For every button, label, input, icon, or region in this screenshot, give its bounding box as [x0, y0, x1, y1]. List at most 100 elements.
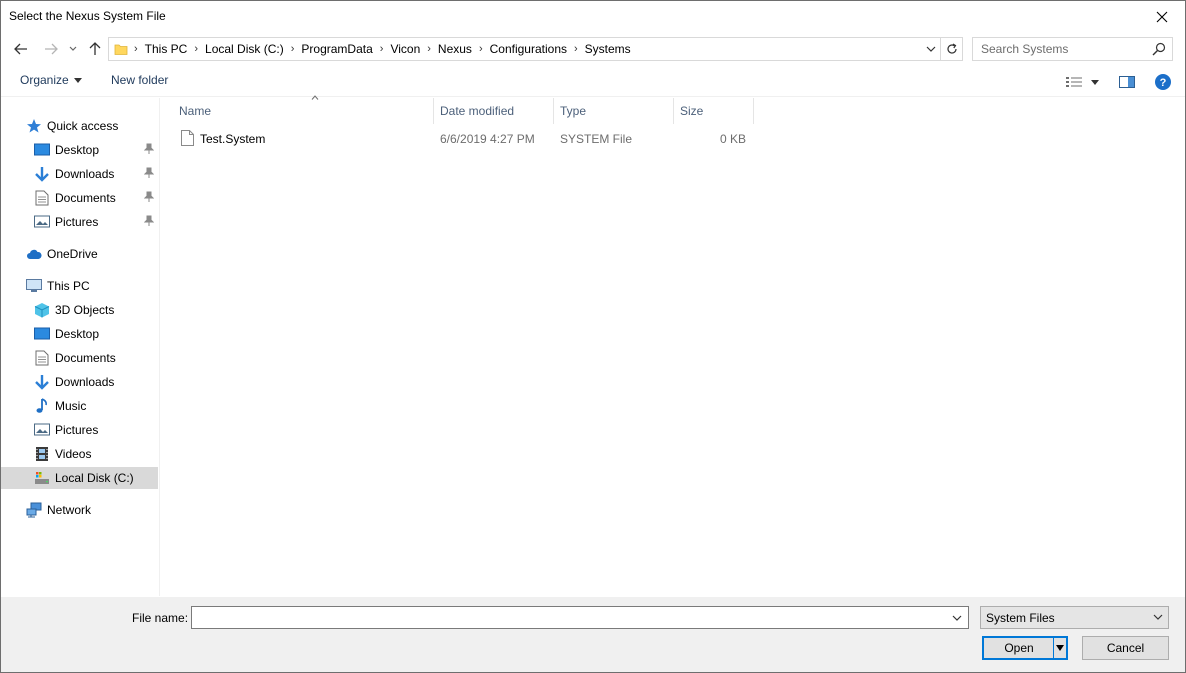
open-button[interactable]: Open [982, 636, 1068, 660]
file-type-value: System Files [986, 611, 1055, 625]
pin-icon[interactable] [144, 191, 154, 203]
refresh-icon [946, 43, 957, 54]
breadcrumb-vicon[interactable]: Vicon [386, 42, 424, 56]
close-button[interactable] [1139, 1, 1185, 32]
column-header-name[interactable]: Name [173, 95, 434, 124]
nav-qa-documents[interactable]: Documents [1, 187, 158, 209]
arrow-up-icon [89, 42, 101, 55]
nav-3d-objects[interactable]: 3D Objects [1, 299, 158, 321]
recent-locations-button[interactable] [67, 38, 79, 60]
file-row[interactable]: Test.System 6/6/2019 4:27 PM SYSTEM File… [175, 128, 755, 150]
cube-icon [34, 302, 50, 318]
breadcrumb-separator-icon[interactable]: › [191, 43, 201, 55]
nav-network[interactable]: Network [1, 499, 158, 521]
column-label: Name [179, 104, 212, 118]
pin-icon[interactable] [144, 143, 154, 155]
refresh-button[interactable] [940, 38, 962, 60]
preview-pane-icon [1119, 76, 1135, 88]
view-options-button[interactable] [1061, 71, 1103, 93]
breadcrumb-separator-icon[interactable]: › [377, 43, 387, 55]
breadcrumb-nexus[interactable]: Nexus [434, 42, 476, 56]
nav-quick-access[interactable]: Quick access [1, 115, 158, 137]
breadcrumb-separator-icon[interactable]: › [288, 43, 298, 55]
pin-icon[interactable] [144, 167, 154, 179]
nav-qa-pictures[interactable]: Pictures [1, 211, 158, 233]
back-button[interactable] [11, 38, 31, 60]
nav-label: OneDrive [47, 247, 98, 261]
nav-pc-downloads[interactable]: Downloads [1, 371, 158, 393]
address-bar[interactable]: › This PC › Local Disk (C:) › ProgramDat… [108, 37, 963, 61]
caret-down-icon[interactable] [1056, 643, 1064, 653]
nav-label: Music [55, 399, 87, 413]
file-name-combobox[interactable] [191, 606, 969, 629]
column-header-size[interactable]: Size [674, 98, 754, 124]
nav-label: Desktop [55, 143, 100, 157]
pin-icon[interactable] [144, 215, 154, 227]
chevron-down-icon [69, 46, 77, 51]
nav-label: 3D Objects [55, 303, 115, 317]
file-name-dropdown-button[interactable] [948, 608, 966, 627]
details-view-icon [1066, 77, 1082, 87]
chevron-down-icon [952, 615, 962, 621]
nav-local-disk[interactable]: Local Disk (C:) [1, 467, 158, 489]
nav-label: Downloads [55, 167, 115, 181]
search-box[interactable] [972, 37, 1173, 61]
nav-pc-desktop[interactable]: Desktop [1, 323, 158, 345]
column-header-type[interactable]: Type [554, 98, 674, 124]
breadcrumb-programdata[interactable]: ProgramData [297, 42, 376, 56]
nav-label: Pictures [55, 215, 99, 229]
nav-label: Pictures [55, 423, 99, 437]
file-name-input[interactable] [192, 607, 947, 628]
file-size: 0 KB [719, 132, 746, 146]
organize-label: Organize [20, 73, 69, 87]
breadcrumb-separator-icon[interactable]: › [131, 43, 141, 55]
caret-down-icon [73, 77, 82, 83]
breadcrumb-separator-icon[interactable]: › [571, 43, 581, 55]
forward-button[interactable] [41, 38, 61, 60]
file-icon [181, 130, 194, 146]
organize-button[interactable]: Organize [20, 73, 82, 87]
footer-pane: File name: System Files Open Cancel [1, 597, 1185, 672]
nav-pc-pictures[interactable]: Pictures [1, 419, 158, 441]
file-type: SYSTEM File [560, 132, 633, 146]
nav-music[interactable]: Music [1, 395, 158, 417]
breadcrumb-this-pc[interactable]: This PC [141, 42, 192, 56]
nav-pc-documents[interactable]: Documents [1, 347, 158, 369]
nav-qa-desktop[interactable]: Desktop [1, 139, 158, 161]
breadcrumb-local-disk[interactable]: Local Disk (C:) [201, 42, 288, 56]
nav-label: This PC [47, 279, 90, 293]
folder-icon [114, 44, 128, 55]
breadcrumb-configurations[interactable]: Configurations [486, 42, 571, 56]
nav-qa-downloads[interactable]: Downloads [1, 163, 158, 185]
nav-label: Downloads [55, 375, 115, 389]
music-note-icon [34, 398, 50, 414]
up-button[interactable] [86, 38, 104, 60]
computer-icon [26, 278, 42, 294]
svg-text:?: ? [1160, 77, 1167, 89]
arrow-right-icon [45, 43, 58, 55]
nav-label: Network [47, 503, 92, 517]
help-button[interactable]: ? [1151, 71, 1175, 93]
nav-label: Documents [55, 191, 116, 205]
nav-videos[interactable]: Videos [1, 443, 158, 465]
dialog-title: Select the Nexus System File [9, 9, 166, 23]
nav-label: Quick access [47, 119, 119, 133]
nav-onedrive[interactable]: OneDrive [1, 243, 158, 265]
nav-this-pc[interactable]: This PC [1, 275, 158, 297]
breadcrumb-separator-icon[interactable]: › [424, 43, 434, 55]
file-dialog: Select the Nexus System File › This PC ›… [0, 0, 1186, 673]
sort-ascending-icon [311, 95, 319, 100]
file-date-modified: 6/6/2019 4:27 PM [440, 132, 535, 146]
film-icon [34, 446, 50, 462]
command-bar: Organize New folder ? [1, 67, 1185, 97]
search-input[interactable] [973, 38, 1148, 60]
cancel-button[interactable]: Cancel [1082, 636, 1169, 660]
file-type-select[interactable]: System Files [980, 606, 1169, 629]
new-folder-button[interactable]: New folder [111, 73, 168, 87]
breadcrumb-separator-icon[interactable]: › [476, 43, 486, 55]
preview-pane-button[interactable] [1115, 71, 1139, 93]
search-icon[interactable] [1152, 42, 1166, 56]
column-header-date-modified[interactable]: Date modified [434, 98, 554, 124]
breadcrumb-systems[interactable]: Systems [581, 42, 635, 56]
address-history-button[interactable] [922, 38, 940, 60]
